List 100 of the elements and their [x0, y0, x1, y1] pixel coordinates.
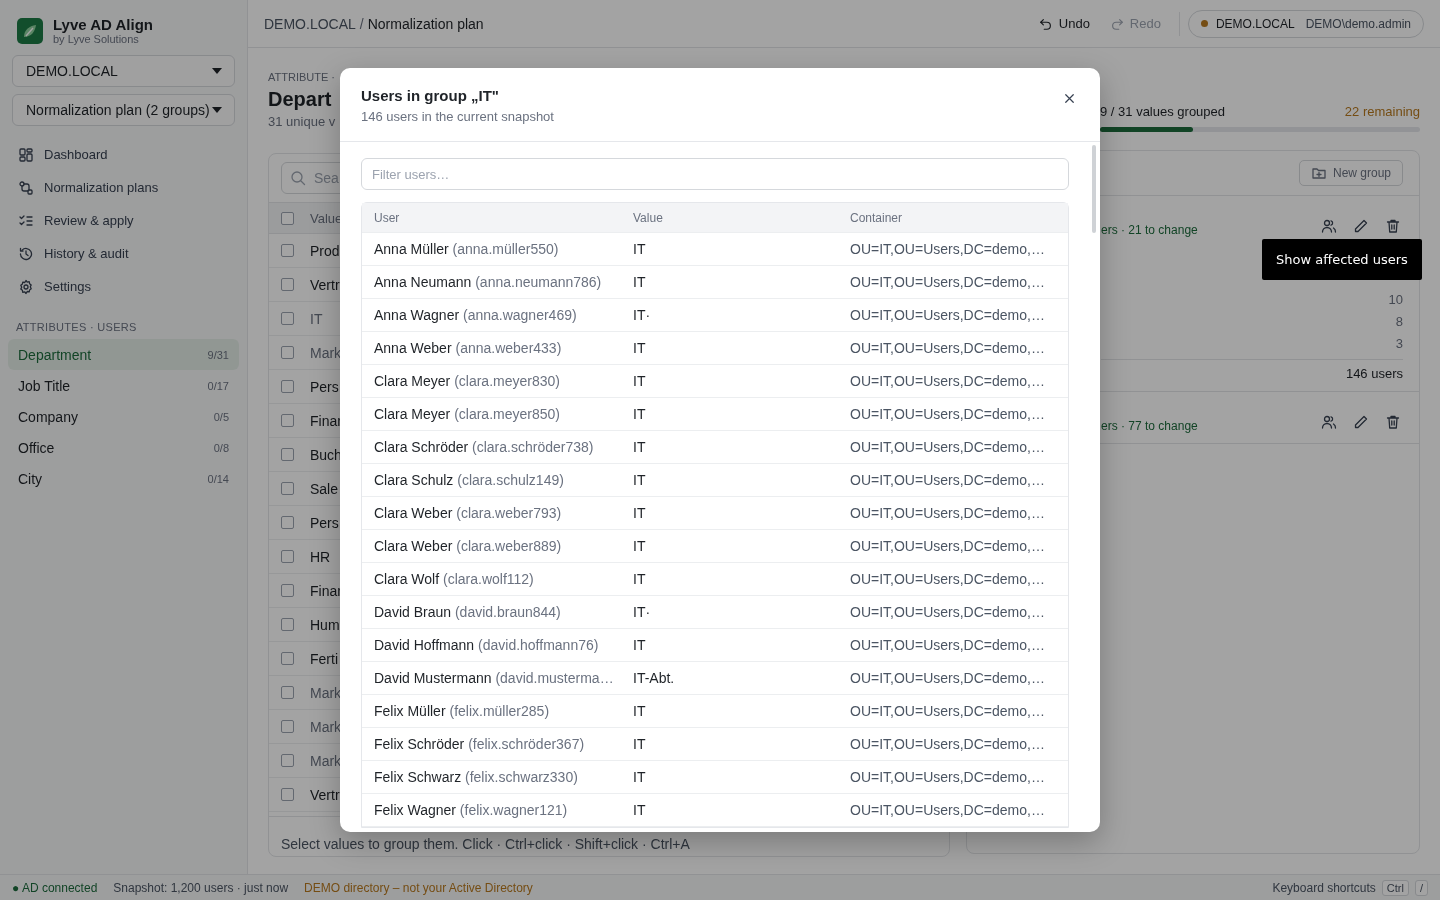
breadcrumb-item[interactable]: DEMO.LOCAL [264, 15, 356, 32]
checkbox[interactable] [281, 652, 294, 665]
grid-icon [18, 146, 34, 163]
dialog-title: Users in group „IT" [361, 87, 500, 104]
user-count: 3 [1395, 335, 1403, 353]
value-text: HR [310, 548, 331, 565]
checkbox[interactable] [281, 788, 294, 801]
container-cell-text: OU=IT,OU=Users,DC=demo,… [850, 439, 1046, 455]
users-icon [1321, 414, 1337, 430]
nav-item[interactable]: Dashboard [8, 138, 239, 171]
user-cell-text: Clara Schröder (clara.schröder738) [374, 439, 595, 455]
group-summary: ers · 77 to change [1101, 419, 1198, 433]
value-cell-text: IT-Abt. [633, 670, 676, 686]
checkbox[interactable] [281, 211, 294, 225]
user-cell-text: Anna Weber (anna.weber433) [374, 340, 563, 356]
shortcuts-label[interactable]: Keyboard shortcuts [1272, 880, 1376, 895]
value-cell-text: IT [633, 736, 647, 752]
container-cell-text: OU=IT,OU=Users,DC=demo,… [850, 670, 1046, 686]
value-text: Pers [310, 514, 339, 531]
user-cell-text: Clara Meyer (clara.meyer850) [374, 406, 561, 422]
status-dot [1200, 20, 1208, 27]
plan-select[interactable]: Normalization plan (2 groups) [12, 94, 235, 126]
value-cell-text: IT [633, 769, 647, 785]
user-cell-text: Anna Müller (anna.müller550) [374, 241, 560, 257]
user-cell-text: David Mustermann (david.musterma… [374, 670, 615, 686]
nav-item[interactable]: Review & apply [8, 204, 239, 237]
attribute-item[interactable]: City 0/14 [8, 463, 239, 494]
user-cell-text: Clara Weber (clara.weber889) [374, 538, 563, 554]
checkbox[interactable] [281, 550, 294, 563]
attribute-item[interactable]: Company 0/5 [8, 401, 239, 432]
container-cell-text: OU=IT,OU=Users,DC=demo,… [850, 736, 1046, 752]
demo-warning: DEMO directory – not your Active Directory [304, 880, 533, 895]
user-cell-text: Anna Wagner (anna.wagner469) [374, 307, 578, 323]
checkbox[interactable] [281, 278, 294, 291]
breadcrumb-item[interactable]: Normalization plan [367, 15, 484, 32]
user-cell-text: Felix Müller (felix.müller285) [374, 703, 551, 719]
folder-plus-icon [1310, 165, 1327, 181]
checkbox[interactable] [281, 380, 294, 393]
scrollbar[interactable] [1092, 145, 1096, 233]
user-cell-text: David Braun (david.braun844) [374, 604, 562, 620]
checkbox[interactable] [281, 312, 294, 325]
user-count: 10 [1388, 291, 1403, 309]
checkbox[interactable] [281, 754, 294, 767]
container-cell-text: OU=IT,OU=Users,DC=demo,… [850, 340, 1046, 356]
value-text: Vertr [310, 786, 340, 803]
nav-item[interactable]: Normalization plans [8, 171, 239, 204]
checkbox[interactable] [281, 584, 294, 597]
hint-text: Select values to group them. Click · Ctrl+click · Shift+click · Ctrl+A [281, 836, 690, 852]
user-cell-text: Anna Neumann (anna.neumann786) [374, 274, 603, 290]
checkbox[interactable] [281, 720, 294, 733]
progress-text: 9 / 31 values grouped [1100, 104, 1226, 119]
checkbox[interactable] [281, 448, 294, 461]
page-subtitle: 31 unique v [268, 114, 336, 129]
value-text: Mark [310, 718, 342, 735]
checkbox[interactable] [281, 346, 294, 359]
value-text: Pers [310, 378, 339, 395]
checkbox[interactable] [281, 414, 294, 427]
value-text: Finar [310, 412, 342, 429]
domain-select[interactable]: DEMO.LOCAL [12, 55, 235, 87]
user-cell-text: Clara Weber (clara.weber793) [374, 505, 563, 521]
container-cell-text: OU=IT,OU=Users,DC=demo,… [850, 637, 1046, 653]
section-label: ATTRIBUTES · USERS [15, 320, 138, 335]
settings-icon [18, 278, 34, 295]
flow-icon [18, 179, 34, 196]
container-cell-text: OU=IT,OU=Users,DC=demo,… [850, 241, 1046, 257]
container-cell-text: OU=IT,OU=Users,DC=demo,… [850, 373, 1046, 389]
nav-item[interactable]: History & audit [8, 237, 239, 270]
checkbox[interactable] [281, 686, 294, 699]
attribute-item[interactable]: Department 9/31 [8, 339, 239, 370]
value-cell-text: IT [633, 373, 647, 389]
vendor-name: by Lyve Solutions [53, 33, 140, 45]
value-cell-text: IT [633, 571, 647, 587]
container-cell-text: OU=IT,OU=Users,DC=demo,… [850, 274, 1046, 290]
user-cell-text: Felix Wagner (felix.wagner121) [374, 802, 569, 818]
column-header: Value [633, 210, 664, 225]
value-text: IT [310, 310, 323, 327]
tooltip: Show affected users [1262, 239, 1422, 280]
nav-item[interactable]: Settings [8, 270, 239, 303]
app-name: Lyve AD Align [53, 16, 153, 33]
value-cell-text: IT [633, 703, 647, 719]
user-cell-text: Felix Schwarz (felix.schwarz330) [374, 769, 579, 785]
user-cell-text: David Hoffmann (david.hoffmann76) [374, 637, 600, 653]
checkbox[interactable] [281, 618, 294, 631]
value-cell-text: IT [633, 538, 647, 554]
pencil-icon [1353, 414, 1369, 430]
container-cell-text: OU=IT,OU=Users,DC=demo,… [850, 406, 1046, 422]
breadcrumb-separator: / [359, 15, 364, 32]
value-cell-text: IT [633, 505, 647, 521]
checkbox[interactable] [281, 516, 294, 529]
undo-button[interactable]: Undo [1028, 12, 1100, 35]
caret-icon [212, 107, 222, 113]
attribute-item[interactable]: Office 0/8 [8, 432, 239, 463]
new-group-button[interactable]: New group [1298, 160, 1403, 186]
snapshot-info: Snapshot: 1,200 users · just now [113, 880, 289, 895]
user-cell-text: Felix Schröder (felix.schröder367) [374, 736, 586, 752]
attribute-item[interactable]: Job Title 0/17 [8, 370, 239, 401]
checkbox[interactable] [281, 244, 294, 257]
container-cell-text: OU=IT,OU=Users,DC=demo,… [850, 571, 1046, 587]
filter-field[interactable]: Filter users… [361, 158, 1069, 190]
checkbox[interactable] [281, 482, 294, 495]
